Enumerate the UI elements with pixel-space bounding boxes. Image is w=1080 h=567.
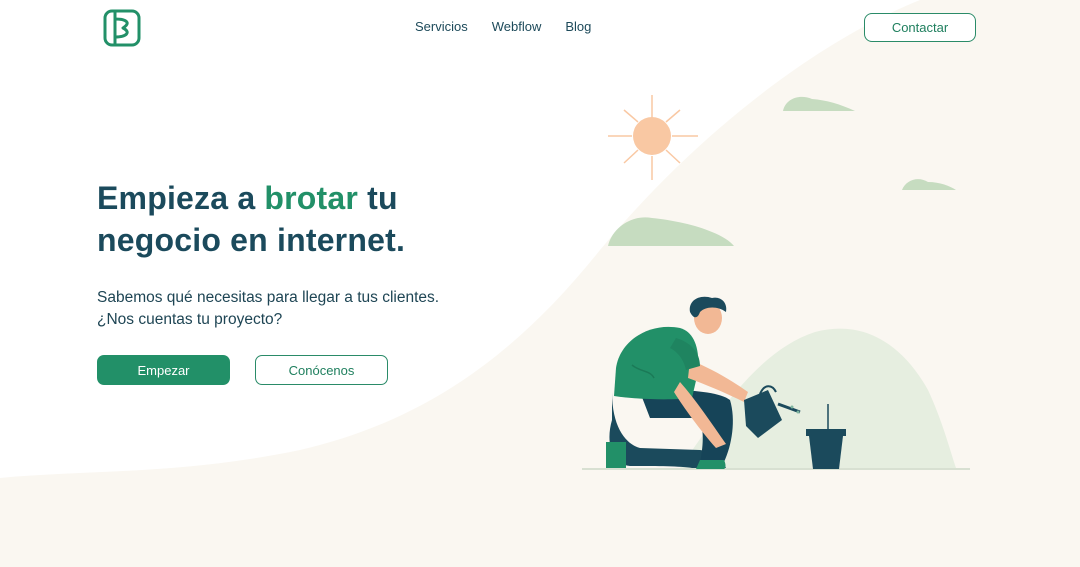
hero-title-accent: brotar xyxy=(264,180,359,216)
contact-button[interactable]: Contactar xyxy=(864,13,976,42)
cloud-icon xyxy=(783,96,855,111)
nav-link-webflow[interactable]: Webflow xyxy=(492,19,542,34)
logo-icon[interactable] xyxy=(103,9,141,47)
hero-title-part1: Empieza a xyxy=(97,180,265,216)
top-navigation: Servicios Webflow Blog Contactar xyxy=(0,0,1080,56)
nav-link-blog[interactable]: Blog xyxy=(565,19,591,34)
hero-subtitle: Sabemos qué necesitas para llegar a tus … xyxy=(97,287,439,331)
hero-title-part2: tu xyxy=(358,180,398,216)
hero-subtitle-line1: Sabemos qué necesitas para llegar a tus … xyxy=(97,289,440,306)
hero-section: Empieza a brotar tu negocio en internet.… xyxy=(97,177,439,385)
cloud-icon xyxy=(902,179,956,190)
hero-title: Empieza a brotar tu negocio en internet. xyxy=(97,177,439,261)
about-us-button[interactable]: Conócenos xyxy=(255,355,388,385)
hero-title-line2: negocio en internet. xyxy=(97,222,406,258)
start-button[interactable]: Empezar xyxy=(97,355,230,385)
nav-links: Servicios Webflow Blog xyxy=(415,19,591,34)
hero-buttons: Empezar Conócenos xyxy=(97,355,439,385)
sun-icon xyxy=(608,95,698,180)
person-shoe-front xyxy=(696,460,726,469)
person-shoe-back xyxy=(606,442,626,468)
hero-subtitle-line2: ¿Nos cuentas tu proyecto? xyxy=(97,311,283,328)
cloud-icon xyxy=(608,217,734,246)
nav-link-servicios[interactable]: Servicios xyxy=(415,19,468,34)
gardener-illustration xyxy=(582,95,970,470)
